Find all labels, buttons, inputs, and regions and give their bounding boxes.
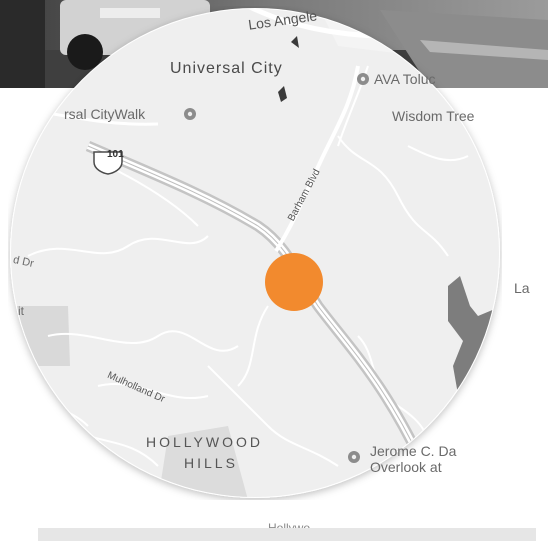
label-left-edge: it: [18, 304, 24, 318]
label-universal-city: Universal City: [170, 60, 283, 77]
poi-pin-icon: [184, 108, 196, 120]
bottom-bar: [38, 528, 536, 541]
label-ava-toluca: AVA Toluc: [374, 71, 436, 87]
poi-pin-icon: [357, 73, 369, 85]
label-jerome-overlook-1: Jerome C. Da: [370, 443, 457, 459]
poi-pin-icon: [348, 451, 360, 463]
location-marker: [265, 253, 323, 311]
label-highway-101: 101: [107, 149, 124, 160]
label-la-right: La: [514, 280, 530, 296]
label-jerome-overlook-2: Overlook at: [370, 459, 442, 475]
map-circle[interactable]: Los Angele Universal City AVA Toluc Wisd…: [8, 6, 530, 535]
label-hollywood: HOLLYWOOD: [146, 434, 263, 450]
label-hills: HILLS: [184, 455, 238, 471]
label-wisdom-tree: Wisdom Tree: [392, 108, 475, 124]
label-citywalk: rsal CityWalk: [64, 106, 146, 122]
